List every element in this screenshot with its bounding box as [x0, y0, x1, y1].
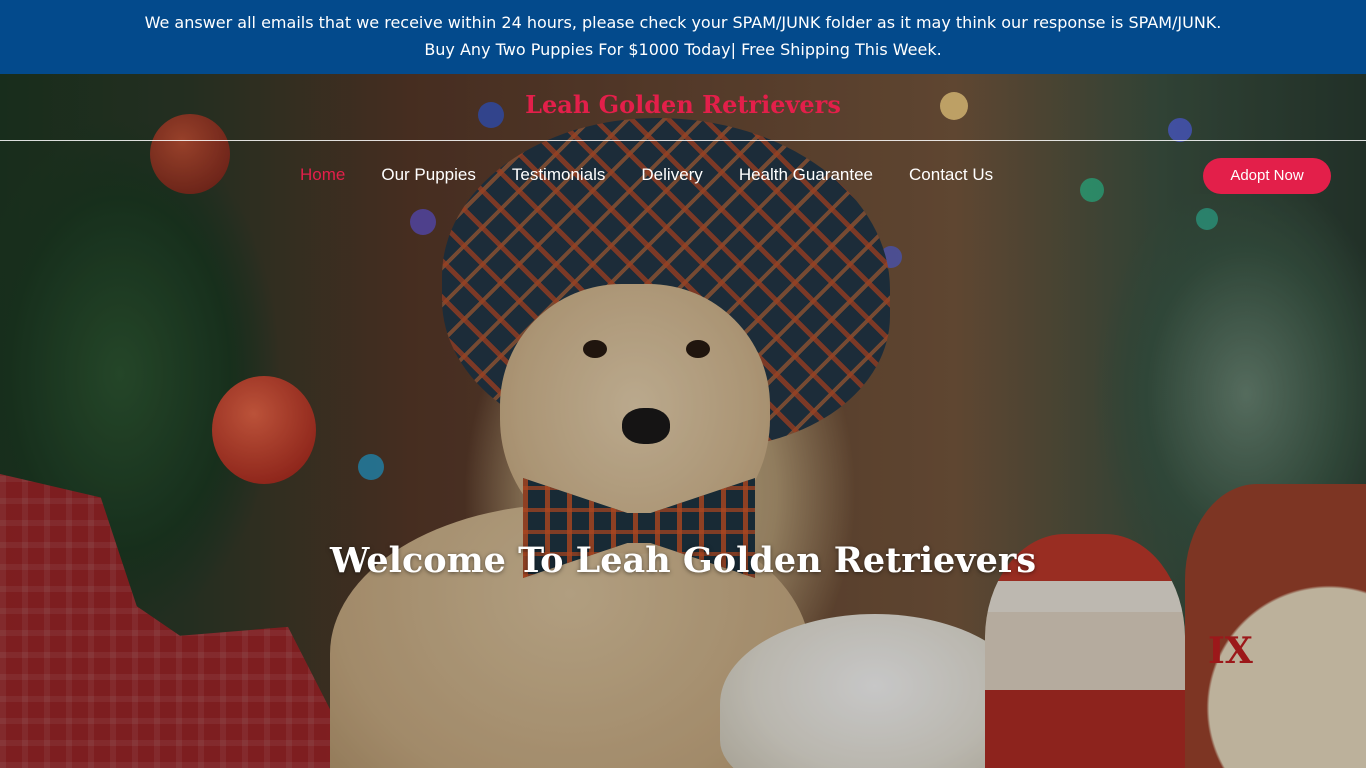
nav-item-delivery[interactable]: Delivery: [641, 164, 702, 188]
adopt-now-button[interactable]: Adopt Now: [1203, 158, 1331, 194]
nav-item-our-puppies[interactable]: Our Puppies: [381, 164, 476, 188]
site-logo[interactable]: Leah Golden Retrievers: [0, 90, 1366, 119]
nav-item-health-guarantee[interactable]: Health Guarantee: [739, 164, 873, 188]
site-header: Leah Golden Retrievers Home Our Puppies …: [0, 74, 1366, 209]
announcement-bar: We answer all emails that we receive wit…: [0, 0, 1366, 74]
nav-item-contact-us[interactable]: Contact Us: [909, 164, 993, 188]
announcement-line-2: Buy Any Two Puppies For $1000 Today| Fre…: [424, 40, 942, 59]
announcement-line-1: We answer all emails that we receive wit…: [144, 13, 1222, 32]
nav-item-testimonials[interactable]: Testimonials: [512, 164, 606, 188]
hero-title: Welcome To Leah Golden Retrievers: [329, 540, 1037, 581]
header-divider: [0, 140, 1366, 141]
main-nav: Home Our Puppies Testimonials Delivery H…: [300, 164, 1029, 188]
nav-item-home[interactable]: Home: [300, 164, 345, 188]
